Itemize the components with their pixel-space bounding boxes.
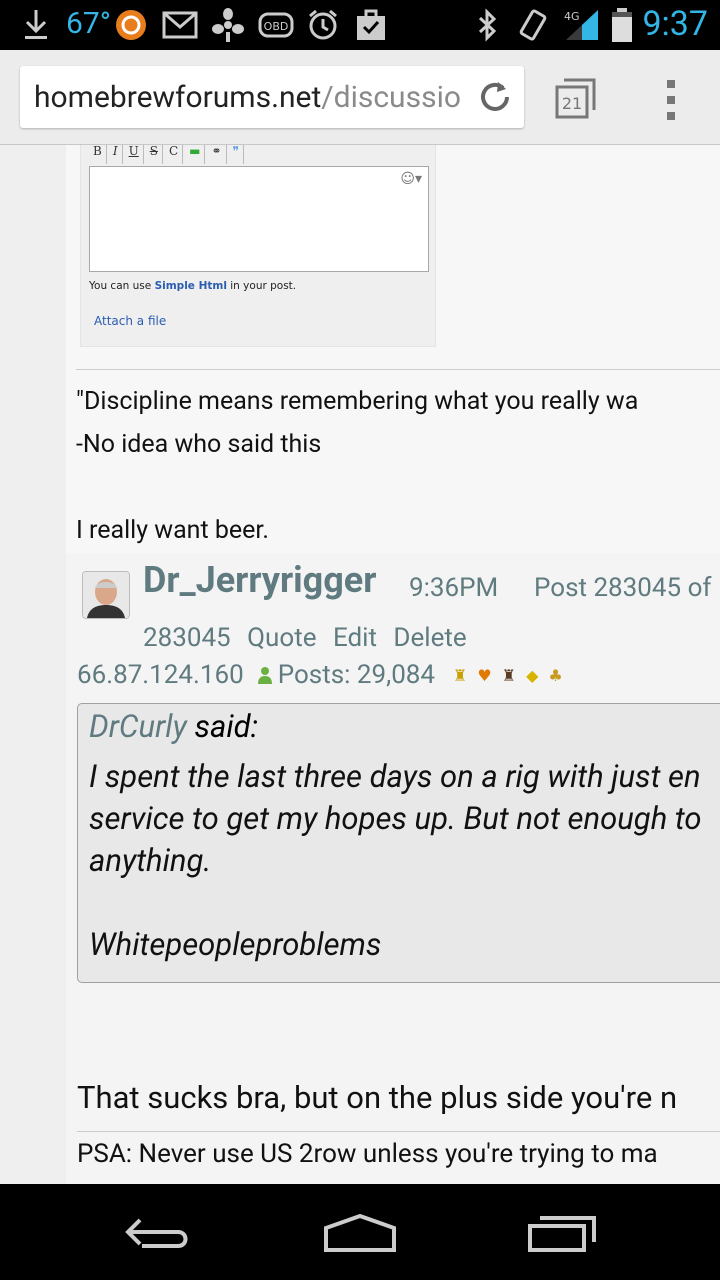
quote-line: I spent the last three days on a rig wit…	[89, 758, 701, 795]
page-content[interactable]: B I U S C ▬ ⚭ ❞ ☺▾ You can use Simple Ht…	[0, 145, 720, 1184]
bluetooth-icon	[474, 8, 500, 42]
battery-icon	[610, 8, 634, 42]
strike-button: S	[146, 145, 163, 164]
said-label: said:	[194, 708, 259, 745]
edit-button[interactable]: Edit	[333, 623, 377, 653]
html-hint: You can use Simple Html in your post.	[89, 280, 296, 292]
fan-app-icon	[212, 8, 244, 42]
reload-icon[interactable]	[476, 78, 514, 116]
post-id-link[interactable]: 283045	[143, 623, 231, 653]
gmail-icon	[162, 8, 198, 42]
clock: 9:37	[642, 4, 708, 44]
url-text[interactable]: homebrewforums.net/discussio	[34, 80, 461, 115]
code-button: C	[165, 145, 184, 164]
url-domain: homebrewforums.net	[34, 80, 322, 115]
alarm-icon	[306, 8, 340, 42]
signal-icon: 4G	[562, 8, 602, 42]
obd-icon: OBD	[258, 8, 294, 42]
quote-attribution: DrCurly said:	[89, 708, 258, 745]
quote-author-link[interactable]: DrCurly	[89, 708, 187, 745]
forum-post: Dr_Jerryrigger 9:36PM Post 283045 of 283…	[66, 553, 720, 1184]
quote-line: service to get my hopes up. But not enou…	[89, 800, 702, 837]
signature: "Discipline means remembering what you r…	[76, 380, 638, 552]
user-icon	[257, 666, 272, 684]
underline-button: U	[125, 145, 144, 164]
vibrate-icon	[516, 8, 550, 42]
signature: PSA: Never use US 2row unless you're try…	[77, 1139, 658, 1169]
url-bar[interactable]: homebrewforums.net/discussio	[20, 66, 524, 128]
editor-toolbar: B I U S C ▬ ⚭ ❞	[89, 145, 244, 164]
post-body: That sucks bra, but on the plus side you…	[77, 1079, 678, 1116]
hint-suffix: in your post.	[230, 280, 297, 292]
home-button-icon[interactable]	[322, 1210, 398, 1254]
quote-icon: ❞	[229, 145, 244, 164]
heart-badge-icon: ♥	[477, 665, 492, 685]
editor-textarea: ☺▾	[89, 166, 429, 272]
warning-badge-icon: ◆	[526, 665, 539, 685]
post-author-link[interactable]: Dr_Jerryrigger	[143, 559, 376, 601]
quote-text: I spent the last three days on a rig wit…	[89, 756, 702, 966]
hint-link: Simple Html	[154, 280, 227, 292]
back-button-icon[interactable]	[124, 1210, 196, 1254]
network-type: 4G	[564, 10, 580, 23]
embedded-screenshot: B I U S C ▬ ⚭ ❞ ☺▾ You can use Simple Ht…	[80, 145, 436, 347]
badge-icon: ♜	[501, 665, 517, 685]
attach-file-link: Attach a file	[94, 314, 167, 328]
temperature-text: 67°	[66, 6, 111, 41]
ip-address: 66.87.124.160	[77, 660, 244, 690]
signature-line: "Discipline means remembering what you r…	[76, 387, 639, 416]
badge-icon: ♣	[548, 665, 563, 685]
post-actions: 283045 Quote Edit Delete	[143, 623, 477, 653]
hint-prefix: You can use	[89, 280, 152, 292]
tab-switcher-button[interactable]: 21	[554, 76, 598, 120]
quote-line: Whitepeopleproblems	[89, 926, 382, 963]
task-icon	[354, 8, 388, 42]
quote-line: anything.	[89, 842, 212, 879]
italic-button: I	[109, 145, 123, 164]
signature-line: I really want beer.	[76, 516, 269, 545]
quote-button[interactable]: Quote	[247, 623, 316, 653]
url-path: /discussio	[321, 80, 461, 115]
signature-divider	[76, 369, 720, 370]
link-icon: ⚭	[207, 145, 227, 164]
smiley-icon: ☺▾	[400, 171, 422, 187]
signature-line: -No idea who said this	[76, 430, 322, 459]
status-bar: 67° OBD 4G 9:37	[0, 0, 720, 50]
post-time: 9:36PM	[409, 573, 499, 603]
image-icon: ▬	[185, 145, 206, 164]
overflow-menu-icon[interactable]	[664, 78, 678, 122]
navigation-bar	[0, 1184, 720, 1280]
post-count: Posts: 29,084	[277, 660, 436, 690]
delete-button[interactable]: Delete	[393, 623, 466, 653]
post-meta: 66.87.124.160 Posts: 29,084 ♜ ♥ ♜ ◆ ♣	[77, 660, 563, 690]
audio-app-icon	[114, 8, 148, 42]
quote-block: DrCurly said: I spent the last three day…	[77, 703, 720, 983]
bold-button: B	[89, 145, 107, 164]
download-icon	[22, 8, 50, 42]
tab-count: 21	[562, 94, 582, 113]
svg-text:OBD: OBD	[264, 20, 289, 33]
signature-divider	[77, 1131, 720, 1132]
post-number: Post 283045 of	[534, 573, 712, 603]
recent-apps-button-icon[interactable]	[526, 1210, 598, 1254]
badge-row: ♜ ♥ ♜ ◆ ♣	[453, 666, 563, 685]
avatar[interactable]	[82, 571, 130, 619]
badge-icon: ♜	[453, 665, 468, 685]
browser-toolbar: homebrewforums.net/discussio 21	[0, 50, 720, 145]
